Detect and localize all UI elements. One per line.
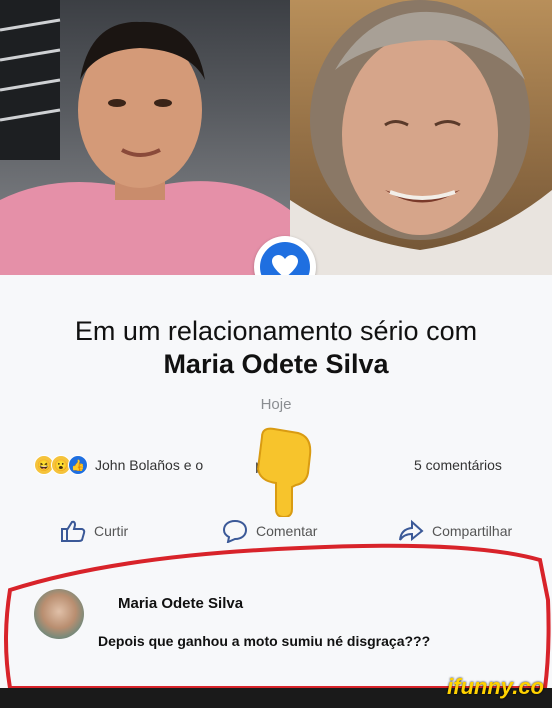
partner-name[interactable]: Maria Odete Silva xyxy=(0,348,552,381)
thumbs-up-icon xyxy=(61,520,86,542)
footer-bar: ifunny.co xyxy=(0,674,552,708)
share-label: Compartilhar xyxy=(432,523,513,539)
comment-item: Maria Odete Silva Depois que ganhou a mo… xyxy=(0,573,552,679)
comment-text: Depois que ganhou a moto sumiu né disgra… xyxy=(98,633,431,649)
watermark-logo: ifunny.co xyxy=(447,674,544,699)
like-label: Curtir xyxy=(94,523,129,539)
pointing-finger-emoji xyxy=(256,427,312,517)
share-arrow-icon xyxy=(399,519,424,542)
comment-label: Comentar xyxy=(256,523,318,539)
photo-woman xyxy=(290,0,552,275)
like-icon: 👍 xyxy=(68,455,88,475)
post-date: Hoje xyxy=(260,396,292,413)
photo-man xyxy=(0,0,290,275)
comment-author[interactable]: Maria Odete Silva xyxy=(118,595,243,612)
post-actions: Curtir Comentar Compartilhar xyxy=(0,519,552,549)
comment-button[interactable]: Comentar xyxy=(222,519,317,543)
comment-bubble-icon xyxy=(222,519,248,543)
comments-count[interactable]: 5 comentários xyxy=(414,457,502,473)
reactions-text: John Bolaños e o xyxy=(95,457,204,473)
relationship-status: Em um relacionamento sério com Maria Ode… xyxy=(0,315,552,381)
like-button[interactable]: Curtir xyxy=(60,519,128,543)
photos-row xyxy=(0,0,552,275)
relationship-line: Em um relacionamento sério com xyxy=(74,316,478,346)
post-card: Em um relacionamento sério com Maria Ode… xyxy=(0,275,552,688)
share-button[interactable]: Compartilhar xyxy=(398,519,512,543)
avatar[interactable] xyxy=(34,589,84,639)
